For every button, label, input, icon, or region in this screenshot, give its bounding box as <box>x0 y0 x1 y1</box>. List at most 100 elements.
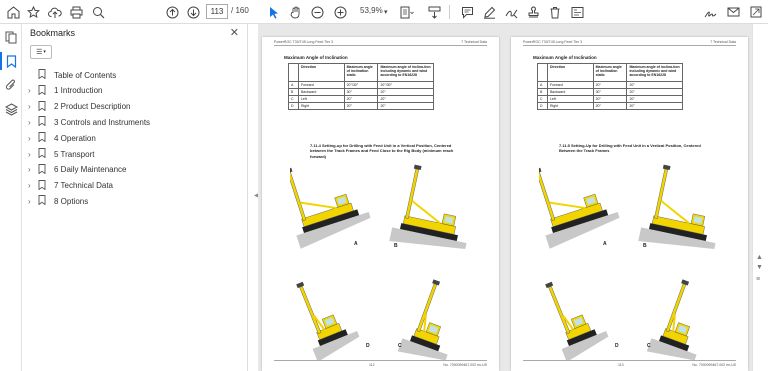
bookmark-flag-icon <box>38 163 48 176</box>
right-side-scroller[interactable]: ▲ ▼ ≡ <box>752 24 768 371</box>
star-icon[interactable] <box>27 3 40 21</box>
table-cell: D <box>537 102 548 110</box>
table-header-cell: Direction <box>546 63 594 82</box>
page-number-input[interactable]: 113 <box>206 4 228 19</box>
table-row: A Forward 20°/30° 20°/30° <box>288 81 434 89</box>
toolbar: 113 / 160 53,9% ▾ <box>0 0 768 24</box>
table-cell: Backward <box>297 88 345 96</box>
table-cell: 20° <box>592 95 628 103</box>
bookmark-item[interactable]: › 7 Technical Data <box>28 179 113 193</box>
sign-icon[interactable] <box>704 3 717 21</box>
scroll-mode-icon[interactable] <box>428 3 441 21</box>
table-row: D Right 20° 20° <box>537 102 683 110</box>
page-footer: 112 No. 7000099467.002 en-US <box>274 360 487 367</box>
bookmark-label: 3 Controls and Instruments <box>54 117 151 127</box>
minimize-toolbar-icon[interactable] <box>750 3 762 21</box>
page-up-icon[interactable] <box>166 3 179 21</box>
chevron-right-icon[interactable]: › <box>28 102 38 111</box>
chevron-right-icon[interactable]: › <box>28 134 38 143</box>
inclination-table: Direction Maximum angle of inclination st… <box>288 63 434 110</box>
page-header-title: PowerROC T30/T45 Long Feed Tier 3 <box>523 40 583 44</box>
table-cell: 30° <box>343 88 379 96</box>
bookmark-item[interactable]: › 2 Product Description <box>28 100 130 114</box>
bookmark-flag-icon <box>38 100 48 113</box>
chevron-right-icon[interactable]: › <box>28 150 38 159</box>
bookmark-label: Table of Contents <box>54 70 117 80</box>
bookmark-label: 2 Product Description <box>54 102 131 112</box>
zoom-level[interactable]: 53,9% <box>360 6 383 15</box>
bookmark-item[interactable]: › 1 Introduction <box>28 84 102 98</box>
figure-label: C <box>647 343 651 349</box>
table-row: D Right 20° 20° <box>288 102 434 110</box>
page-total: / 160 <box>231 6 249 15</box>
rig-figure-c <box>646 279 697 361</box>
chevron-right-icon[interactable]: › <box>28 86 38 95</box>
table-cell: 20° <box>343 95 379 103</box>
delete-icon[interactable] <box>549 3 561 21</box>
home-icon[interactable] <box>7 3 20 21</box>
table-header-cell: Maximum angle of inclination static <box>592 63 628 82</box>
pdf-page-right: PowerROC T30/T45 Long Feed Tier 3 7 Techn… <box>511 37 748 371</box>
bookmark-flag-icon <box>38 69 48 81</box>
search-icon[interactable] <box>92 3 105 21</box>
page-view-icon[interactable] <box>400 3 414 21</box>
page-down-icon[interactable] <box>187 3 200 21</box>
scroll-handle-icon[interactable]: ≡ <box>756 276 760 283</box>
bookmark-options-button[interactable]: ☰ ▾ <box>30 45 52 59</box>
bookmark-item[interactable]: › 5 Transport <box>28 147 94 161</box>
scroll-down-icon[interactable]: ▼ <box>756 264 763 271</box>
table-row: A Forward 20° 20° <box>537 81 683 89</box>
chevron-right-icon[interactable]: › <box>28 118 38 127</box>
page-header: PowerROC T30/T45 Long Feed Tier 3 7 Techn… <box>274 40 487 46</box>
bookmark-item[interactable]: › 8 Options <box>28 194 88 208</box>
layers-icon[interactable] <box>4 102 18 116</box>
bookmark-item[interactable]: › 3 Controls and Instruments <box>28 115 150 129</box>
mail-icon[interactable] <box>727 3 740 21</box>
page-footer: 113 No. 7000099467.002 en-US <box>523 360 736 367</box>
cloud-upload-icon[interactable] <box>48 3 62 21</box>
table-row: C Left 20° 20° <box>288 95 434 103</box>
bookmark-item[interactable]: Table of Contents <box>28 68 116 82</box>
bookmark-panel-icon[interactable] <box>0 52 18 70</box>
table-cell: 20° <box>626 95 683 103</box>
table-cell: 20° <box>626 81 683 89</box>
print-icon[interactable] <box>70 3 83 21</box>
bookmark-label: 8 Options <box>54 196 89 206</box>
select-cursor-icon[interactable] <box>268 3 280 21</box>
close-icon[interactable]: ✕ <box>230 26 239 39</box>
navigation-rail <box>0 24 22 371</box>
bookmark-flag-icon <box>38 84 48 97</box>
table-header-cell: Direction <box>297 63 345 82</box>
table-cell: C <box>537 95 548 103</box>
highlight-pen-icon[interactable] <box>483 3 496 21</box>
toolbar-divider <box>449 5 450 19</box>
zoom-dropdown-chevron-icon[interactable]: ▾ <box>384 3 388 21</box>
document-viewport[interactable]: PowerROC T30/T45 Long Feed Tier 3 7 Techn… <box>258 24 752 371</box>
chevron-right-icon[interactable]: › <box>28 165 38 174</box>
draw-icon[interactable] <box>505 3 518 21</box>
chevron-right-icon[interactable]: › <box>28 197 38 206</box>
comment-icon[interactable] <box>461 3 474 21</box>
stamp-icon[interactable] <box>527 3 540 21</box>
bookmark-label: 7 Technical Data <box>54 181 113 191</box>
table-cell: Left <box>297 95 345 103</box>
more-tools-icon[interactable] <box>571 3 584 21</box>
bookmark-label: 4 Operation <box>54 133 96 143</box>
scroll-up-icon[interactable]: ▲ <box>756 254 763 261</box>
pages-thumbnail-icon[interactable] <box>4 30 18 44</box>
bookmark-flag-icon <box>38 116 48 128</box>
table-cell: 20° <box>626 88 683 96</box>
table-cell: 20° <box>626 102 683 110</box>
rig-figure-d <box>545 281 609 361</box>
bookmark-item[interactable]: › 6 Daily Maintenance <box>28 163 126 177</box>
options-list-icon: ☰ <box>36 49 43 56</box>
hand-tool-icon[interactable] <box>289 3 302 21</box>
bookmark-item[interactable]: › 4 Operation <box>28 131 96 145</box>
pdf-page-left: PowerROC T30/T45 Long Feed Tier 3 7 Techn… <box>262 37 499 371</box>
chevron-right-icon[interactable]: › <box>28 181 38 190</box>
table-row: B Backward 30° 20° <box>288 88 434 96</box>
zoom-in-icon[interactable] <box>334 3 347 21</box>
attachment-icon[interactable] <box>4 78 18 92</box>
table-cell: Right <box>297 102 345 110</box>
zoom-out-icon[interactable] <box>311 3 324 21</box>
